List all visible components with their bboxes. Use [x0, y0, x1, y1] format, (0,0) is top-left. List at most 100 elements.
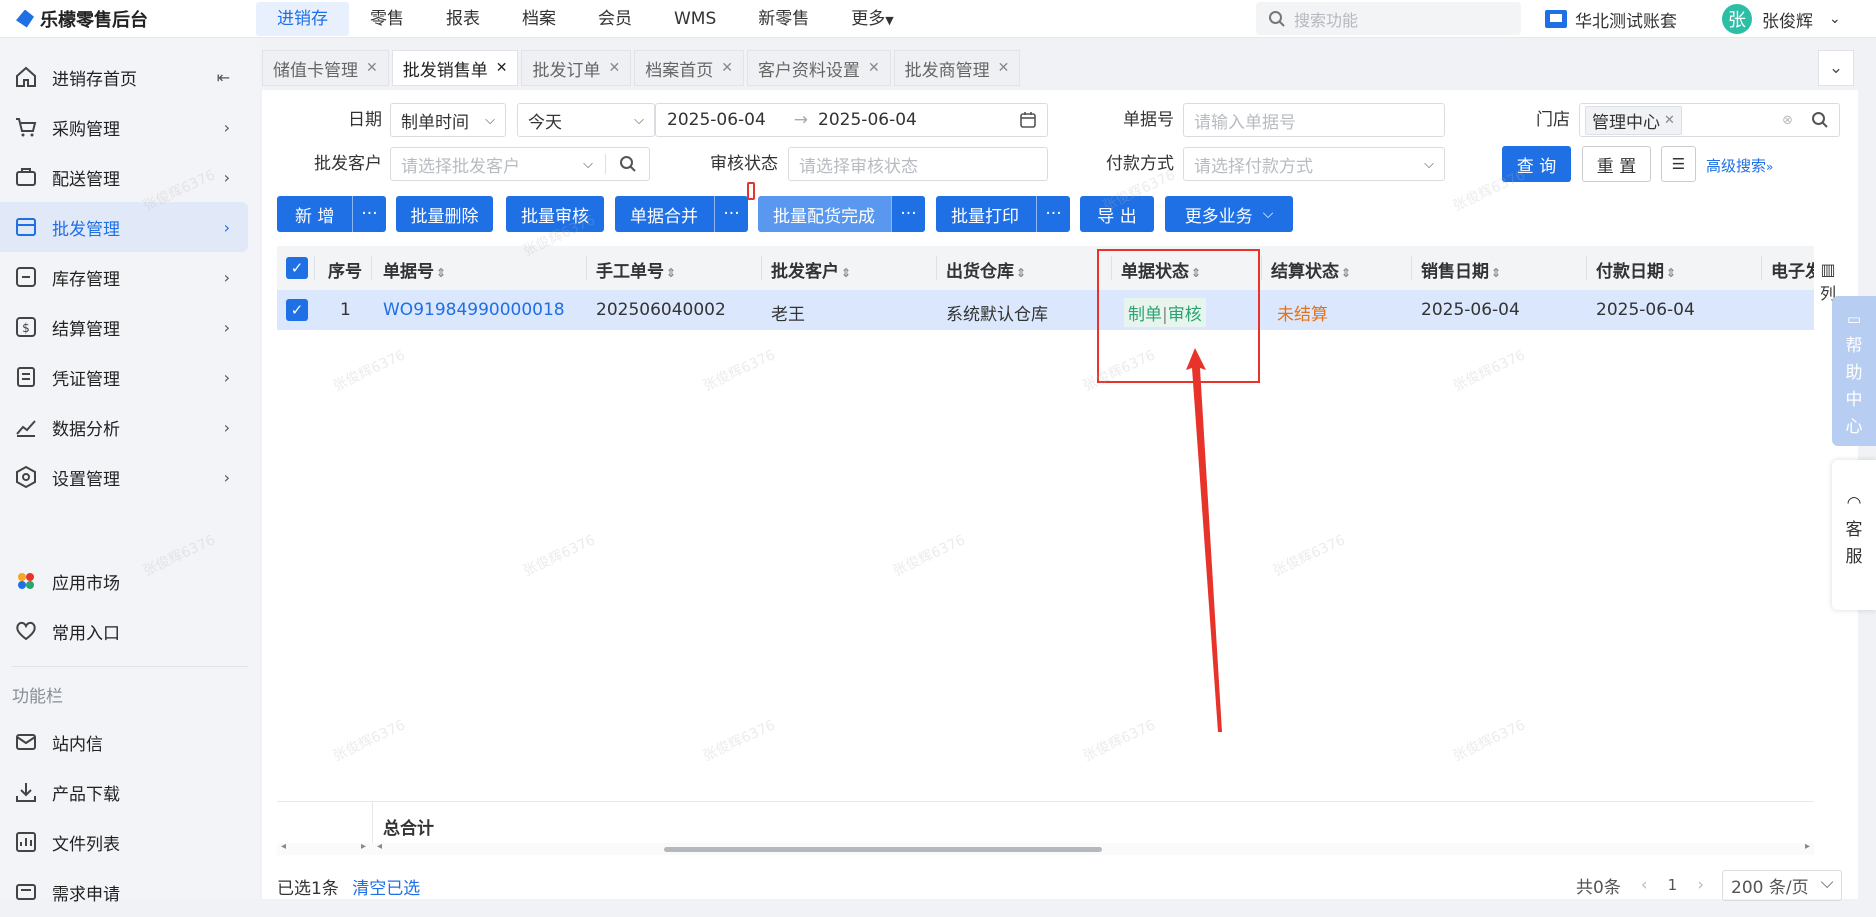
batch-print-button[interactable]: 批量打印 ··· — [936, 196, 1070, 232]
batch-dist-more-button[interactable]: ··· — [891, 196, 925, 232]
sidebar-item-stock[interactable]: 库存管理 › — [0, 252, 248, 302]
date-range-select[interactable]: 今天 ⌵ — [517, 103, 655, 137]
collapse-sidebar-icon[interactable]: ⇤ — [217, 68, 230, 87]
sidebar-item-favorites[interactable]: 常用入口 — [0, 606, 248, 656]
sort-icon[interactable]: ⇕ — [1016, 266, 1026, 280]
sidebar-item-wholesale[interactable]: 批发管理 › — [0, 202, 248, 252]
tab-wholesale-sales[interactable]: 批发销售单 ✕ — [391, 50, 519, 86]
add-more-button[interactable]: ··· — [352, 196, 386, 232]
search-icon[interactable] — [1811, 111, 1829, 129]
merge-documents-button[interactable]: 单据合并 ··· — [615, 196, 748, 232]
topnav-new-retail[interactable]: 新零售 — [737, 2, 830, 36]
scroll-right-icon[interactable]: ▸ — [361, 841, 366, 852]
tag-close-icon[interactable]: ✕ — [1664, 113, 1675, 128]
col-warehouse[interactable]: 出货仓库 ⇕ — [946, 257, 1026, 282]
store-select[interactable]: 管理中心 ✕ ⊗ — [1579, 103, 1840, 137]
tabs-dropdown-icon[interactable]: ⌄ — [1818, 50, 1854, 86]
sidebar-item-voucher[interactable]: 凭证管理 › — [0, 352, 248, 402]
merge-more-button[interactable]: ··· — [714, 196, 748, 232]
tab-wholesaler-management[interactable]: 批发商管理 ✕ — [893, 50, 1021, 86]
close-icon[interactable]: ✕ — [721, 60, 733, 76]
payment-method-select[interactable]: 请选择付款方式 ⌵ — [1183, 147, 1445, 181]
close-icon[interactable]: ✕ — [608, 60, 620, 76]
col-customer[interactable]: 批发客户 ⇕ — [771, 257, 851, 282]
tab-customer-settings[interactable]: 客户资料设置 ✕ — [746, 50, 891, 86]
sort-icon[interactable]: ⇕ — [666, 266, 676, 280]
sort-icon[interactable]: ⇕ — [841, 266, 851, 280]
next-page-icon[interactable]: › — [1697, 875, 1704, 895]
sort-icon[interactable]: ⇕ — [1341, 266, 1351, 280]
sidebar-item-app-market[interactable]: 应用市场 — [0, 556, 248, 606]
page-size-select[interactable]: 200 条/页 ⌵ — [1722, 869, 1843, 901]
sort-icon[interactable]: ⇕ — [1666, 266, 1676, 280]
sort-icon[interactable]: ⇕ — [1491, 266, 1501, 280]
batch-audit-button[interactable]: 批量审核 — [506, 196, 604, 232]
clear-icon[interactable]: ⊗ — [1782, 113, 1793, 128]
col-doc-no[interactable]: 单据号 ⇕ — [383, 257, 446, 282]
batch-print-more-button[interactable]: ··· — [1036, 196, 1070, 232]
sidebar-item-inventory-home[interactable]: 进销存首页 ⇤ — [0, 52, 248, 102]
more-business-button[interactable]: 更多业务 ⌵ — [1165, 196, 1293, 232]
doc-no-input[interactable]: 请输入单据号 — [1183, 103, 1445, 137]
close-icon[interactable]: ✕ — [868, 60, 880, 76]
sidebar-item-download[interactable]: 产品下载 — [0, 767, 248, 817]
tab-archive-home[interactable]: 档案首页 ✕ — [634, 50, 744, 86]
close-icon[interactable]: ✕ — [366, 60, 378, 76]
topnav-inventory[interactable]: 进销存 — [256, 1, 349, 36]
search-input[interactable]: 搜索功能 — [1256, 2, 1521, 35]
col-settle-status[interactable]: 结算状态 ⇕ — [1271, 257, 1351, 282]
col-sale-date[interactable]: 销售日期 ⇕ — [1421, 257, 1501, 282]
customer-service-button[interactable]: ◠ 客 服 — [1832, 460, 1876, 610]
scroll-left-icon[interactable]: ◂ — [377, 841, 382, 852]
account-switcher[interactable]: 华北测试账套 — [1545, 0, 1677, 38]
sidebar-item-purchase[interactable]: 采购管理 › — [0, 102, 248, 152]
topnav-wms[interactable]: WMS — [653, 2, 737, 36]
audit-status-select[interactable]: 请选择审核状态 — [788, 147, 1048, 181]
select-all-checkbox[interactable]: ✓ — [286, 257, 308, 279]
topnav-archive[interactable]: 档案 — [501, 2, 577, 36]
topnav-reports[interactable]: 报表 — [425, 2, 501, 36]
advanced-search-link[interactable]: 高级搜索» — [1706, 155, 1773, 176]
sidebar-item-analytics[interactable]: 数据分析 › — [0, 402, 248, 452]
batch-distribution-complete-button[interactable]: 批量配货完成 ··· — [758, 196, 925, 232]
topnav-member[interactable]: 会员 — [577, 2, 653, 36]
date-range-picker[interactable]: 2025-06-04 → 2025-06-04 — [655, 103, 1048, 137]
scroll-left-icon[interactable]: ◂ — [281, 841, 286, 852]
sort-icon[interactable]: ⇕ — [436, 266, 446, 280]
col-manual-no[interactable]: 手工单号 ⇕ — [596, 257, 676, 282]
close-icon[interactable]: ✕ — [998, 60, 1010, 76]
batch-delete-button[interactable]: 批量删除 — [396, 196, 493, 232]
sidebar-item-messages[interactable]: 站内信 — [0, 717, 248, 767]
topnav-more[interactable]: 更多▼ — [830, 2, 914, 36]
store-tag[interactable]: 管理中心 ✕ — [1585, 105, 1682, 135]
tab-stored-value-card[interactable]: 储值卡管理 ✕ — [262, 50, 389, 86]
doc-no-link[interactable]: WO91984990000018 — [383, 300, 565, 320]
help-center-button[interactable]: ▭ 帮 助 中 心 — [1832, 296, 1876, 446]
close-icon[interactable]: ✕ — [496, 60, 508, 76]
search-icon[interactable] — [619, 155, 637, 173]
filter-settings-button[interactable]: ☰ — [1661, 146, 1696, 182]
prev-page-icon[interactable]: ‹ — [1641, 875, 1648, 895]
clear-selection-link[interactable]: 清空已选 — [352, 879, 420, 899]
sidebar-item-settlement[interactable]: $ 结算管理 › — [0, 302, 248, 352]
user-menu[interactable]: 张 张俊辉 ⌄ — [1722, 0, 1841, 38]
current-page[interactable]: 1 — [1668, 876, 1678, 894]
reset-button[interactable]: 重 置 — [1582, 146, 1651, 182]
scrollbar-thumb[interactable] — [664, 847, 1102, 852]
export-button[interactable]: 导 出 — [1080, 196, 1154, 232]
add-button[interactable]: 新 增 ··· — [277, 196, 386, 232]
query-button[interactable]: 查 询 — [1502, 146, 1571, 182]
col-pay-date[interactable]: 付款日期 ⇕ — [1596, 257, 1676, 282]
sidebar-item-request[interactable]: 需求申请 — [0, 867, 248, 917]
customer-select[interactable]: 请选择批发客户 ⌵ — [390, 147, 650, 181]
scroll-right-icon[interactable]: ▸ — [1805, 841, 1810, 852]
sidebar-item-file-list[interactable]: 文件列表 — [0, 817, 248, 867]
sidebar-item-delivery[interactable]: 配送管理 › — [0, 152, 248, 202]
horizontal-scrollbar[interactable]: ◂ ▸ ◂ ▸ — [277, 841, 1814, 855]
brand-logo[interactable]: 乐檬零售后台 — [0, 6, 256, 32]
sidebar-item-settings[interactable]: 设置管理 › — [0, 452, 248, 502]
row-checkbox[interactable]: ✓ — [286, 299, 308, 321]
topnav-retail[interactable]: 零售 — [349, 2, 425, 36]
date-type-select[interactable]: 制单时间 ⌵ — [390, 103, 506, 137]
tab-wholesale-orders[interactable]: 批发订单 ✕ — [521, 50, 632, 86]
